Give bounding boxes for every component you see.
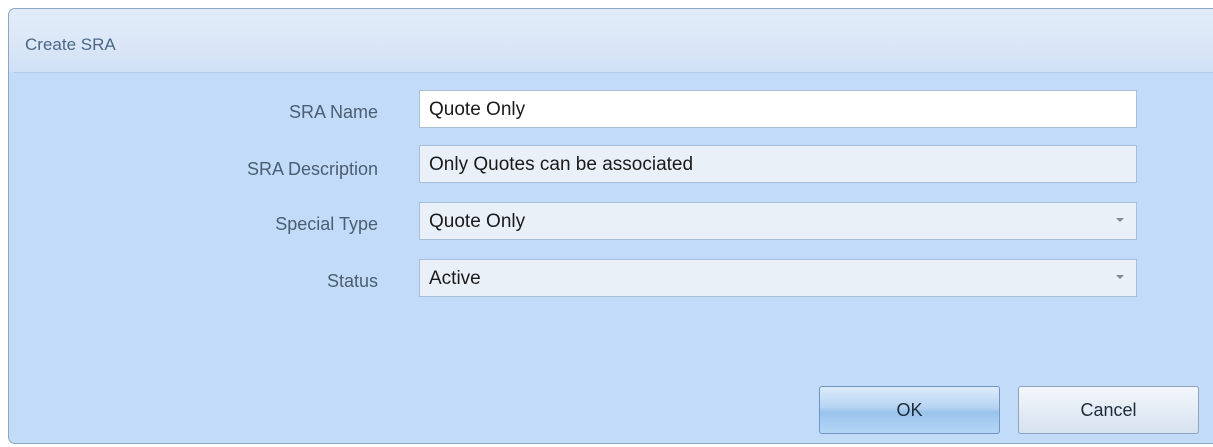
create-sra-dialog: Create SRA SRA Name Quote Only SRA Descr… [8,8,1213,444]
status-label: Status [326,271,378,291]
sra-description-input[interactable]: Only Quotes can be associated [419,145,1137,183]
sra-name-value: Quote Only [429,99,526,120]
status-value: Active [429,268,481,289]
ok-button[interactable]: OK [819,386,1000,434]
cancel-button[interactable]: Cancel [1018,386,1199,434]
sra-name-input[interactable]: Quote Only [419,90,1137,128]
sra-description-value: Only Quotes can be associated [429,154,694,175]
special-type-value: Quote Only [429,211,526,232]
dialog-title: Create SRA [25,35,116,54]
special-type-label: Special Type [275,214,378,234]
chevron-down-icon[interactable] [1116,275,1124,279]
status-select[interactable]: Active [419,259,1137,297]
dialog-titlebar[interactable]: Create SRA [9,9,1213,72]
chevron-down-icon[interactable] [1116,218,1124,222]
sra-name-label: SRA Name [288,102,378,122]
sra-description-label: SRA Description [246,159,378,179]
special-type-select[interactable]: Quote Only [419,202,1137,240]
